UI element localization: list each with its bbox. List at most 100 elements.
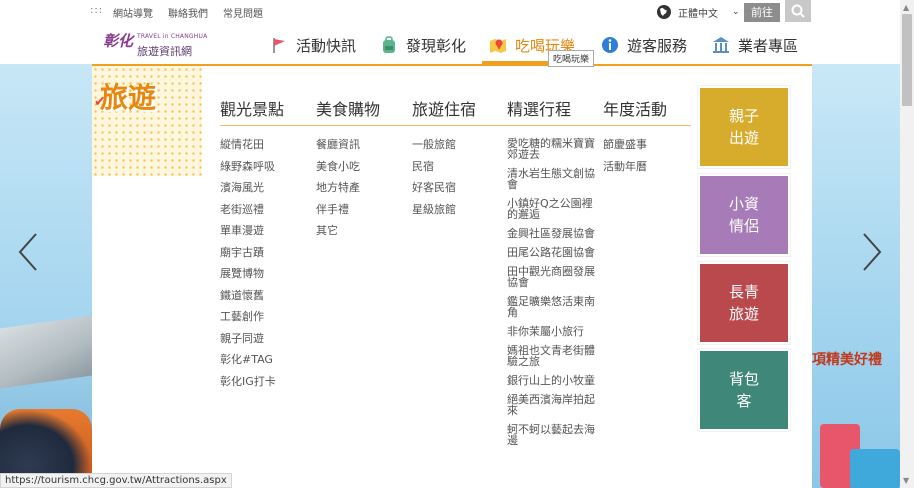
- menu-link[interactable]: 廟宇古蹟: [220, 246, 276, 260]
- menu-column-annual-events: 年度活動 節慶盛事 活動年曆: [603, 96, 691, 173]
- search-button[interactable]: [785, 0, 811, 22]
- logo-chinese: 旅遊資訊網: [137, 45, 192, 58]
- menu-link[interactable]: 彰化IG打卡: [220, 375, 276, 389]
- sitemap-link[interactable]: 網站導覽: [113, 5, 153, 20]
- column-list: 一般旅館 民宿 好客民宿 星級旅館: [412, 138, 456, 224]
- mega-menu: ✔ 旅遊 觀光景點 縱情花田 綠野森呼吸 濱海風光 老街巡禮 單車漫遊 廟宇古蹟…: [92, 64, 812, 488]
- nav-business[interactable]: 業者專區: [712, 30, 798, 60]
- utility-bar: ::: 網站導覽 聯絡我們 常見問題 正體中文 ⌄ 前往: [0, 0, 900, 24]
- menu-link[interactable]: 餐廳資訊: [316, 138, 360, 152]
- menu-link[interactable]: 展覽博物: [220, 267, 276, 281]
- column-title[interactable]: 觀光景點: [220, 96, 284, 119]
- go-button[interactable]: 前往: [744, 3, 780, 22]
- menu-link[interactable]: 金興社區發展協會: [507, 228, 595, 239]
- column-title[interactable]: 美食購物: [316, 96, 380, 119]
- accesskey-dots[interactable]: :::: [90, 5, 103, 16]
- column-divider: [507, 125, 604, 126]
- faq-link[interactable]: 常見問題: [223, 5, 263, 20]
- globe-icon: [657, 5, 671, 19]
- info-icon: [602, 37, 618, 53]
- menu-column-lodging: 旅遊住宿 一般旅館 民宿 好客民宿 星級旅館: [412, 96, 509, 216]
- menu-link[interactable]: 其它: [316, 224, 360, 238]
- chevron-down-icon: ⌄: [732, 7, 740, 17]
- menu-link[interactable]: 伴手禮: [316, 203, 360, 217]
- contact-link[interactable]: 聯絡我們: [168, 5, 208, 20]
- nav-discover[interactable]: 發現彰化: [380, 30, 466, 60]
- tile-seniors[interactable]: 長青旅遊: [697, 261, 791, 345]
- menu-badge: ✔ 旅遊: [92, 66, 202, 176]
- carousel-prev-icon[interactable]: [16, 232, 40, 272]
- scrollbar-thumb[interactable]: [902, 14, 912, 106]
- tile-label: 長青旅遊: [728, 283, 759, 323]
- column-divider: [220, 125, 317, 126]
- nav-label: 業者專區: [738, 36, 799, 55]
- menu-link[interactable]: 彰化#TAG: [220, 353, 276, 367]
- menu-link[interactable]: 愛吃糖的糯米寶寶郊遊去: [507, 138, 595, 160]
- column-divider: [603, 125, 691, 126]
- gift-box-image: [850, 449, 900, 488]
- menu-link[interactable]: 蚵不蚵以藝起去海邊: [507, 424, 595, 446]
- tile-family-trip[interactable]: 親子出遊: [697, 85, 791, 169]
- site-logo[interactable]: 彰化 TRAVEL in CHANGHUA 旅遊資訊網: [103, 30, 207, 62]
- vertical-scrollbar[interactable]: ▲ ▼: [900, 0, 914, 488]
- menu-link[interactable]: 好客民宿: [412, 181, 456, 195]
- tile-label: 小資情侶: [728, 195, 759, 235]
- column-list: 愛吃糖的糯米寶寶郊遊去 清水岩生態文創協會 小鎮好Q之公園裡的邂逅 金興社區發展…: [507, 138, 595, 454]
- menu-column-attractions: 觀光景點 縱情花田 綠野森呼吸 濱海風光 老街巡禮 單車漫遊 廟宇古蹟 展覽博物…: [220, 96, 317, 388]
- menu-link[interactable]: 綠野森呼吸: [220, 160, 276, 174]
- flag-icon: [273, 38, 285, 53]
- scroll-up-icon[interactable]: ▲: [903, 3, 909, 12]
- menu-link[interactable]: 清水岩生態文創協會: [507, 168, 595, 190]
- nav-label: 遊客服務: [627, 36, 688, 55]
- promo-text: 項精美好禮: [812, 352, 882, 368]
- column-divider: [412, 125, 509, 126]
- menu-link[interactable]: 節慶盛事: [603, 138, 647, 152]
- language-value: 正體中文: [678, 8, 718, 20]
- menu-link[interactable]: 一般旅館: [412, 138, 456, 152]
- language-select[interactable]: 正體中文 ⌄: [656, 4, 740, 20]
- menu-link[interactable]: 鑑足曠樂悠活東南角: [507, 296, 595, 318]
- site-header: 彰化 TRAVEL in CHANGHUA 旅遊資訊網 活動快訊 發現彰化 吃喝…: [0, 24, 900, 64]
- column-divider: [316, 125, 413, 126]
- carousel-next-icon[interactable]: [860, 232, 884, 272]
- menu-badge-title: 旅遊: [100, 81, 157, 114]
- column-title[interactable]: 年度活動: [603, 96, 667, 119]
- menu-link[interactable]: 田尾公路花園協會: [507, 247, 595, 258]
- nav-tooltip: 吃喝玩樂: [548, 50, 595, 67]
- menu-link[interactable]: 地方特產: [316, 181, 360, 195]
- logo-mark: 彰化: [103, 32, 134, 50]
- scroll-down-icon[interactable]: ▼: [903, 476, 909, 485]
- menu-link[interactable]: 親子同遊: [220, 332, 276, 346]
- menu-link[interactable]: 活動年曆: [603, 160, 647, 174]
- column-list: 縱情花田 綠野森呼吸 濱海風光 老街巡禮 單車漫遊 廟宇古蹟 展覽博物 鐵道懷舊…: [220, 138, 276, 396]
- menu-link[interactable]: 單車漫遊: [220, 224, 276, 238]
- nav-events[interactable]: 活動快訊: [270, 30, 356, 60]
- menu-link[interactable]: 非你茉屬小旅行: [507, 326, 595, 337]
- tile-label: 背包客: [728, 370, 759, 410]
- building-icon: [713, 37, 729, 53]
- tile-couples[interactable]: 小資情侶: [697, 173, 791, 257]
- menu-link[interactable]: 老街巡禮: [220, 203, 276, 217]
- menu-link[interactable]: 星級旅館: [412, 203, 456, 217]
- menu-link[interactable]: 工藝創作: [220, 310, 276, 324]
- menu-link[interactable]: 銀行山上的小牧童: [507, 375, 595, 386]
- nav-label: 活動快訊: [296, 36, 357, 55]
- menu-link[interactable]: 媽祖也文青老街體驗之旅: [507, 345, 595, 367]
- column-title[interactable]: 旅遊住宿: [412, 96, 476, 119]
- menu-link[interactable]: 田中觀光商圈發展協會: [507, 266, 595, 288]
- tile-label: 親子出遊: [728, 107, 759, 147]
- menu-column-itineraries: 精選行程 愛吃糖的糯米寶寶郊遊去 清水岩生態文創協會 小鎮好Q之公園裡的邂逅 金…: [507, 96, 604, 446]
- menu-link[interactable]: 美食小吃: [316, 160, 360, 174]
- backpack-icon: [383, 36, 395, 53]
- menu-link[interactable]: 絕美西濱海岸拍起來: [507, 394, 595, 416]
- menu-link[interactable]: 縱情花田: [220, 138, 276, 152]
- menu-link[interactable]: 鐵道懷舊: [220, 289, 276, 303]
- menu-link[interactable]: 小鎮好Q之公園裡的邂逅: [507, 198, 595, 220]
- logo-english: TRAVEL in CHANGHUA: [137, 33, 208, 40]
- tile-backpacker[interactable]: 背包客: [697, 348, 791, 432]
- menu-link[interactable]: 濱海風光: [220, 181, 276, 195]
- nav-visitor-service[interactable]: 遊客服務: [601, 30, 687, 60]
- column-list: 餐廳資訊 美食小吃 地方特產 伴手禮 其它: [316, 138, 360, 246]
- column-title[interactable]: 精選行程: [507, 96, 571, 119]
- menu-link[interactable]: 民宿: [412, 160, 456, 174]
